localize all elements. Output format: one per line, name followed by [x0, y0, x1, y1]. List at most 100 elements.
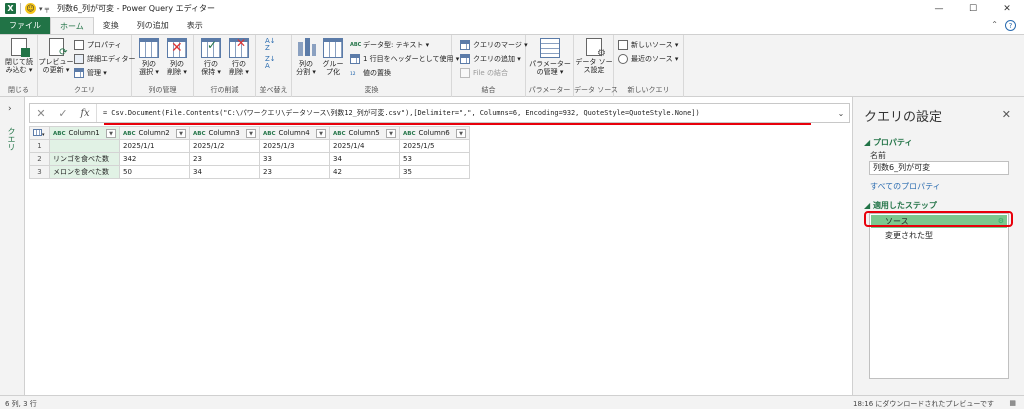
ribbon-collapse-icon[interactable]: ⌃	[991, 20, 998, 29]
type-icon[interactable]: ABC	[403, 131, 416, 137]
split-column-button[interactable]: 列の 分割 ▾	[295, 38, 317, 76]
table-cell[interactable]	[49, 139, 120, 153]
data-type-dropdown[interactable]: ABC データ型: テキスト ▾	[350, 39, 429, 51]
status-row-column-count: 6 列, 3 行	[5, 400, 37, 408]
table-cell[interactable]: 53	[399, 152, 470, 166]
manage-parameters-button[interactable]: パラメーター の管理 ▾	[528, 38, 572, 76]
keep-rows-button[interactable]: ✓ 行の 保持 ▾	[198, 38, 224, 76]
tab-view[interactable]: 表示	[178, 17, 212, 34]
merge-queries-button[interactable]: クエリのマージ ▾	[460, 39, 528, 51]
append-queries-button[interactable]: クエリの追加 ▾	[460, 53, 521, 65]
formula-input[interactable]: = Csv.Document(File.Contents("C:\パワークエリ\…	[96, 104, 833, 122]
confirm-formula-icon[interactable]: ✓	[52, 107, 74, 120]
row-number[interactable]: 1	[29, 139, 50, 153]
manage-button[interactable]: 管理 ▾	[74, 67, 107, 79]
query-name-input[interactable]: 列数6_列が可変	[869, 161, 1009, 175]
smiley-feedback-icon[interactable]: ☺	[25, 3, 36, 14]
headers-icon	[350, 54, 360, 64]
table-cell[interactable]: 35	[399, 165, 470, 179]
table-cell[interactable]: 2025/1/1	[119, 139, 190, 153]
data-source-settings-button[interactable]: ⚙ データ ソー ス設定	[575, 38, 613, 74]
remove-columns-button[interactable]: ✕ 列の 削除 ▾	[164, 38, 190, 76]
table-cell[interactable]: 23	[259, 165, 330, 179]
table-cell[interactable]: 33	[259, 152, 330, 166]
group-by-button[interactable]: グルー プ化	[320, 38, 346, 76]
maximize-button[interactable]: ☐	[956, 0, 990, 17]
table-cell[interactable]: 2025/1/4	[329, 139, 400, 153]
sort-ascending-icon[interactable]: A↓ Z	[265, 38, 276, 52]
sort-descending-icon[interactable]: Z↓ A	[265, 56, 276, 70]
expand-queries-icon[interactable]: ›	[8, 104, 12, 114]
table-cell[interactable]: 42	[329, 165, 400, 179]
type-icon[interactable]: ABC	[53, 131, 66, 137]
fx-icon[interactable]: fx	[74, 108, 96, 119]
table-menu-button[interactable]: ▾	[29, 126, 50, 140]
use-first-row-as-headers-button[interactable]: 1 行目をヘッダーとして使用 ▾	[350, 53, 459, 65]
filter-dropdown-icon[interactable]: ▼	[246, 128, 256, 138]
step-item-changed-type[interactable]: 変更された型	[871, 229, 1007, 242]
append-queries-label: クエリの追加 ▾	[473, 55, 521, 63]
column-header[interactable]: ABC Column4 ▼	[259, 126, 330, 140]
close-and-load-button[interactable]: 閉じて読 み込む ▾	[3, 38, 35, 74]
new-source-button[interactable]: 新しいソース ▾	[618, 39, 678, 51]
tab-file[interactable]: ファイル	[0, 17, 50, 34]
help-icon[interactable]: ?	[1005, 20, 1016, 31]
filter-dropdown-icon[interactable]: ▼	[386, 128, 396, 138]
type-icon[interactable]: ABC	[263, 131, 276, 137]
data-source-settings-icon: ⚙	[586, 38, 606, 59]
tab-transform[interactable]: 変換	[94, 17, 128, 34]
replace-values-icon: ₁₂	[350, 69, 356, 77]
type-icon[interactable]: ABC	[193, 131, 206, 137]
column-header[interactable]: ABC Column6 ▼	[399, 126, 470, 140]
table-cell[interactable]: 23	[189, 152, 260, 166]
table-cell[interactable]: 2025/1/2	[189, 139, 260, 153]
table-cell[interactable]: 342	[119, 152, 190, 166]
table-row: 3 メロンを食べた数 50 34 23 42 35	[29, 165, 470, 179]
split-column-label: 列の 分割 ▾	[296, 60, 316, 76]
filter-dropdown-icon[interactable]: ▼	[106, 128, 116, 138]
properties-section-header[interactable]: ◢ プロパティ	[864, 137, 912, 148]
combine-files-button[interactable]: File の結合	[460, 67, 508, 79]
column-header[interactable]: ABC Column3 ▼	[189, 126, 260, 140]
table-cell[interactable]: リンゴを食べた数	[49, 152, 120, 166]
all-properties-link[interactable]: すべてのプロパティ	[870, 181, 941, 192]
properties-button[interactable]: プロパティ	[74, 39, 122, 51]
applied-steps-header[interactable]: ◢ 適用したステップ	[864, 200, 937, 211]
queries-pane-label[interactable]: クエリ	[6, 127, 17, 151]
table-cell[interactable]: 2025/1/5	[399, 139, 470, 153]
type-icon[interactable]: ABC	[333, 131, 346, 137]
row-number[interactable]: 2	[29, 152, 50, 166]
table-cell[interactable]: 2025/1/3	[259, 139, 330, 153]
type-icon[interactable]: ABC	[123, 131, 136, 137]
cancel-formula-icon[interactable]: ✕	[30, 107, 52, 120]
advanced-editor-button[interactable]: 詳細エディター	[74, 53, 136, 65]
close-settings-icon[interactable]: ✕	[1002, 108, 1011, 121]
table-cell[interactable]: メロンを食べた数	[49, 165, 120, 179]
close-button[interactable]: ✕	[990, 0, 1024, 17]
filter-dropdown-icon[interactable]: ▼	[316, 128, 326, 138]
view-toggle-icon[interactable]: ▦	[1009, 399, 1016, 407]
table-cell[interactable]: 34	[189, 165, 260, 179]
column-header[interactable]: ABC Column5 ▼	[329, 126, 400, 140]
group-by-icon	[323, 38, 343, 58]
group-reduce-rows: ✓ 行の 保持 ▾ ✕ 行の 削除 ▾ 行の削減	[194, 35, 256, 97]
refresh-preview-button[interactable]: ⟳ プレビュー の更新 ▾	[39, 38, 74, 74]
tab-home[interactable]: ホーム	[50, 17, 94, 34]
minimize-button[interactable]: —	[922, 0, 956, 17]
table-cell[interactable]: 50	[119, 165, 190, 179]
choose-columns-button[interactable]: 列の 選択 ▾	[136, 38, 162, 76]
data-preview-grid: ▾ ABC Column1 ▼ ABC Column2 ▼ ABC Column3 ▼ AB…	[29, 125, 850, 395]
replace-values-button[interactable]: ₁₂ 値の置換	[350, 67, 391, 79]
expand-formula-icon[interactable]: ⌄	[833, 109, 849, 118]
column-header[interactable]: ABC Column1 ▼	[49, 126, 120, 140]
filter-dropdown-icon[interactable]: ▼	[456, 128, 466, 138]
remove-rows-button[interactable]: ✕ 行の 削除 ▾	[226, 37, 252, 76]
filter-dropdown-icon[interactable]: ▼	[176, 128, 186, 138]
quick-access-toolbar[interactable]: ▾ ╤	[39, 5, 49, 13]
row-number[interactable]: 3	[29, 165, 50, 179]
recent-sources-button[interactable]: 最近のソース ▾	[618, 53, 678, 65]
column-header[interactable]: ABC Column2 ▼	[119, 126, 190, 140]
table-cell[interactable]: 34	[329, 152, 400, 166]
manage-parameters-icon	[540, 38, 560, 58]
tab-add-column[interactable]: 列の追加	[128, 17, 178, 34]
